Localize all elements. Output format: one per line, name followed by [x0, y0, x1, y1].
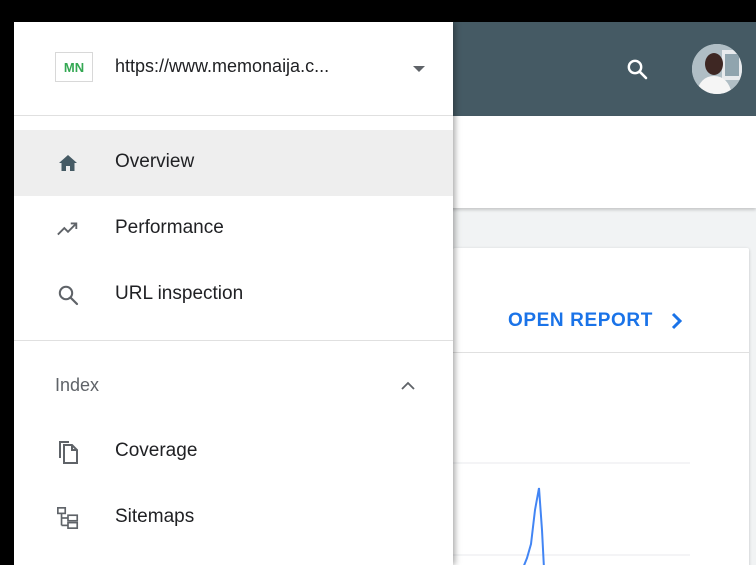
- search-button[interactable]: [621, 53, 653, 85]
- app-window: OPEN REPORT MN https://www.memonaija.c..…: [14, 22, 756, 565]
- coverage-icon: [56, 440, 80, 464]
- open-report-label: OPEN REPORT: [508, 310, 653, 331]
- property-logo: MN: [55, 52, 93, 82]
- nav-item-label: URL inspection: [115, 283, 244, 304]
- section-label: Index: [55, 375, 100, 395]
- chart-line: [523, 487, 545, 565]
- dropdown-caret-icon: [413, 66, 425, 72]
- open-report-button[interactable]: OPEN REPORT: [508, 310, 683, 332]
- nav-item-label: Coverage: [115, 440, 198, 461]
- search-icon: [627, 59, 648, 80]
- nav-item-url-inspection[interactable]: URL inspection: [14, 262, 453, 328]
- home-icon: [56, 151, 80, 175]
- performance-chart: [453, 462, 690, 565]
- nav-item-label: Performance: [115, 217, 224, 238]
- nav-item-overview[interactable]: Overview: [14, 130, 453, 196]
- property-selector[interactable]: MN https://www.memonaija.c...: [14, 22, 453, 116]
- nav-divider: [14, 340, 453, 341]
- trending-up-icon: [56, 217, 80, 241]
- avatar[interactable]: [692, 44, 742, 94]
- search-icon: [56, 283, 80, 307]
- nav-item-sitemaps[interactable]: Sitemaps: [14, 485, 453, 551]
- nav-item-coverage[interactable]: Coverage: [14, 419, 453, 485]
- nav-item-performance[interactable]: Performance: [14, 196, 453, 262]
- nav-item-label: Overview: [115, 151, 195, 172]
- chevron-up-icon: [400, 378, 416, 396]
- report-card: OPEN REPORT: [453, 248, 749, 565]
- navigation-drawer: MN https://www.memonaija.c... Overview P…: [14, 22, 453, 565]
- sitemap-icon: [56, 506, 80, 530]
- chevron-right-icon: [671, 312, 683, 330]
- card-divider: [453, 352, 749, 353]
- nav-item-label: Sitemaps: [115, 506, 195, 527]
- section-header-index[interactable]: Index: [14, 352, 453, 418]
- avatar-photo: [692, 44, 742, 94]
- property-url: https://www.memonaija.c...: [115, 56, 330, 76]
